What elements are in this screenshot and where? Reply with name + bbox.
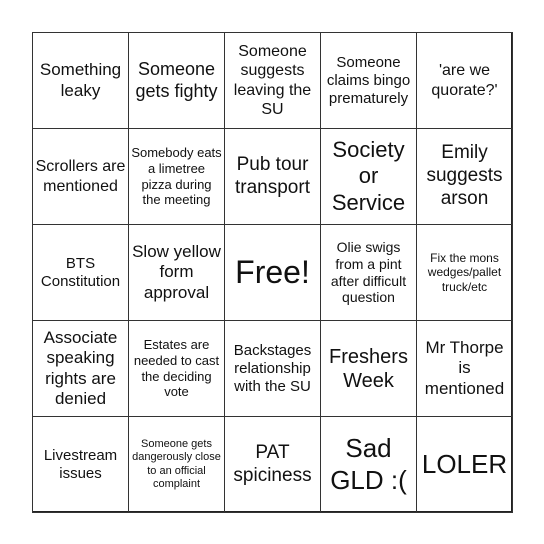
bingo-cell[interactable]: Someone claims bingo prematurely [320, 32, 417, 129]
bingo-grid: Something leaky Someone gets fighty Someon… [32, 32, 513, 513]
bingo-cell[interactable]: Someone suggests leaving the SU [224, 32, 321, 129]
bingo-cell[interactable]: Estates are needed to cast the deciding … [128, 320, 225, 417]
bingo-cell[interactable]: Someone gets fighty [128, 32, 225, 129]
bingo-cell[interactable]: LOLER [416, 416, 513, 513]
bingo-cell[interactable]: Scrollers are mentioned [32, 128, 129, 225]
bingo-cell[interactable]: Somebody eats a limetree pizza during th… [128, 128, 225, 225]
bingo-cell[interactable]: Pub tour transport [224, 128, 321, 225]
bingo-cell[interactable]: Slow yellow form approval [128, 224, 225, 321]
free-space-cell[interactable]: Free! [224, 224, 321, 321]
bingo-cell[interactable]: BTS Constitution [32, 224, 129, 321]
bingo-cell[interactable]: Livestream issues [32, 416, 129, 513]
bingo-cell[interactable]: Freshers Week [320, 320, 417, 417]
bingo-cell[interactable]: Mr Thorpe is mentioned [416, 320, 513, 417]
bingo-cell[interactable]: Something leaky [32, 32, 129, 129]
bingo-cell[interactable]: Sad GLD :( [320, 416, 417, 513]
bingo-cell[interactable]: Backstages relationship with the SU [224, 320, 321, 417]
bingo-cell[interactable]: 'are we quorate?' [416, 32, 513, 129]
bingo-cell[interactable]: Someone gets dangerously close to an off… [128, 416, 225, 513]
bingo-cell[interactable]: Fix the mons wedges/pallet truck/etc [416, 224, 513, 321]
bingo-cell[interactable]: Olie swigs from a pint after difficult q… [320, 224, 417, 321]
bingo-cell[interactable]: PAT spiciness [224, 416, 321, 513]
bingo-cell[interactable]: Associate speaking rights are denied [32, 320, 129, 417]
bingo-cell[interactable]: Society or Service [320, 128, 417, 225]
bingo-cell[interactable]: Emily suggests arson [416, 128, 513, 225]
